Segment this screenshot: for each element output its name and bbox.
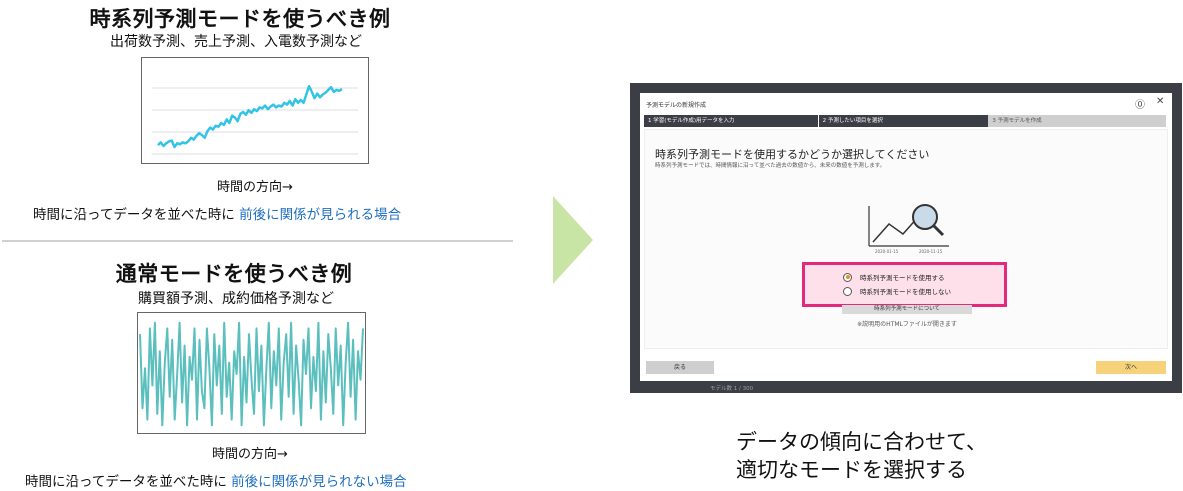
normal-title: 通常モードを使うべき例 [115,262,353,286]
normal-chart-card [137,312,366,434]
section-divider [2,240,513,242]
trend-magnifier-icon: 2020-01-15 2020-11-15 [868,204,949,254]
timeseries-title: 時系列予測モードを使うべき例 [89,7,391,31]
radio-unselected-icon[interactable] [843,286,852,296]
question-title: 時系列予測モードを使用するかどうか選択してください [655,148,930,161]
caption: データの傾向に合わせて、 適切なモードを選択する [736,428,987,484]
timeseries-axis-label: 時間の方向→ [217,180,293,195]
normal-line [139,321,364,427]
help-circle-icon[interactable]: ⓪ [1135,96,1145,111]
timeseries-line [157,84,343,149]
back-button[interactable]: 戻る [646,361,714,374]
timeseries-examples: 出荷数予測、売上予測、入電数予測など [110,34,362,50]
illustration-date-end: 2020-11-15 [919,249,943,254]
right-arrow-icon [553,196,593,284]
option-use-timeseries[interactable]: 時系列予測モードを使用する [843,272,945,282]
step-3: 3 予測モデルを作成 [988,115,1166,127]
about-timeseries-button[interactable]: 時系列予測モードについて [842,305,972,314]
question-description: 時系列予測モードでは、時間情報に沿って並べた過去の数値から、未来の数値を予測しま… [655,163,886,169]
close-icon[interactable]: ✕ [1156,96,1164,107]
option-not-use-timeseries[interactable]: 時系列予測モードを使用しない [843,286,951,296]
normal-note-prefix: 時間に沿ってデータを並べた時に [25,474,227,490]
normal-chart [139,321,364,427]
normal-note-highlight: 前後に関係が見られない場合 [231,474,407,490]
dialog-title: 予測モデルの新規作成 [646,102,707,109]
option-not-use-timeseries-label: 時系列予測モードを使用しない [860,288,951,296]
timeseries-note-prefix: 時間に沿ってデータを並べた時に [33,207,235,223]
normal-note: 時間に沿ってデータを並べた時に 前後に関係が見られない場合 [25,470,407,490]
dialog-content-panel: 時系列予測モードを使用するかどうか選択してください 時系列予測モードでは、時間情… [644,129,1168,349]
step-indicator: 1 学習(モデル作成)用データを入力 2 予測したい項目を選択 3 予測モデルを… [644,115,1166,127]
new-model-dialog: 予測モデルの新規作成 ⓪ ✕ 1 学習(モデル作成)用データを入力 2 予測した… [640,93,1172,381]
model-count-text: モデル数 1 / 300 [710,386,754,392]
timeseries-note-highlight: 前後に関係が見られる場合 [239,207,402,223]
timeseries-chart-card [141,57,369,164]
timeseries-chart [152,84,358,155]
step-2: 2 予測したい項目を選択 [817,115,989,127]
option-use-timeseries-label: 時系列予測モードを使用する [860,274,945,282]
timeseries-note: 時間に沿ってデータを並べた時に 前後に関係が見られる場合 [33,203,401,223]
caption-line-1: データの傾向に合わせて、 [736,430,987,454]
html-file-note: ※説明用のHTMLファイルが開きます [857,321,957,328]
step-1: 1 学習(モデル作成)用データを入力 [644,115,818,127]
caption-line-2: 適切なモードを選択する [736,458,967,482]
radio-selected-icon[interactable] [843,272,852,282]
dialog-screenshot: 予測モデルの新規作成 ⓪ ✕ 1 学習(モデル作成)用データを入力 2 予測した… [630,83,1182,393]
next-button[interactable]: 次へ [1096,361,1166,374]
normal-examples: 購買額予測、成約価格予測など [138,291,334,307]
illustration-date-start: 2020-01-15 [875,249,899,254]
mode-selection-box: 時系列予測モードを使用する 時系列予測モードを使用しない [802,262,1007,307]
normal-axis-label: 時間の方向→ [212,447,288,462]
